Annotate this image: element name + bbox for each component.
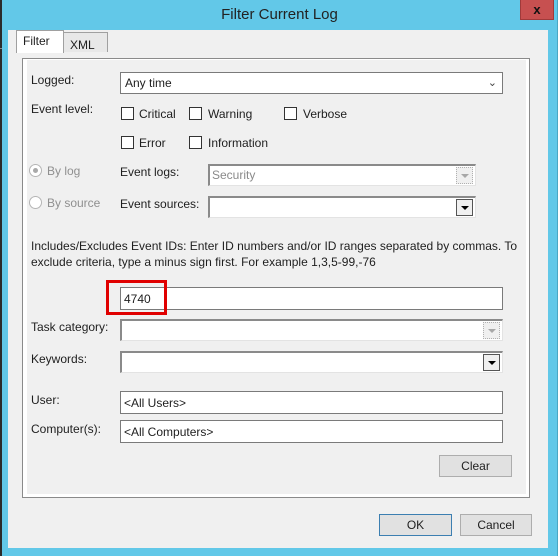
event-level-label: Event level: xyxy=(31,102,94,116)
dialog-title: Filter Current Log xyxy=(221,6,338,23)
dropdown-arrow-icon xyxy=(483,322,500,339)
tab-xml[interactable]: XML xyxy=(63,32,108,52)
information-checkbox[interactable] xyxy=(189,136,202,149)
logged-label: Logged: xyxy=(31,73,75,87)
computers-value: <All Computers> xyxy=(124,425,214,439)
close-icon: x xyxy=(533,2,541,17)
warning-checkbox[interactable] xyxy=(189,107,202,120)
user-label: User: xyxy=(31,393,60,407)
close-button[interactable]: x xyxy=(520,0,554,20)
clear-button[interactable]: Clear xyxy=(439,455,512,477)
task-category-label: Task category: xyxy=(31,320,109,334)
critical-label[interactable]: Critical xyxy=(139,107,176,121)
event-ids-description: Includes/Excludes Event IDs: Enter ID nu… xyxy=(31,239,518,269)
error-checkbox[interactable] xyxy=(121,136,134,149)
by-log-label: By log xyxy=(47,164,81,178)
event-logs-label: Event logs: xyxy=(120,165,180,179)
dropdown-arrow-icon xyxy=(456,167,473,184)
keywords-label: Keywords: xyxy=(31,352,88,366)
by-log-radio[interactable] xyxy=(29,164,42,177)
warning-label[interactable]: Warning xyxy=(208,107,252,121)
user-value: <All Users> xyxy=(124,396,187,410)
task-category-dropdown[interactable] xyxy=(120,319,503,341)
logged-value: Any time xyxy=(125,76,172,90)
title-bar[interactable]: Filter Current Log x xyxy=(2,0,557,30)
filter-dialog: Filter Current Log x Filter XML Logged: … xyxy=(2,0,558,556)
computers-input[interactable]: <All Computers> xyxy=(120,420,503,443)
critical-checkbox[interactable] xyxy=(121,107,134,120)
event-sources-dropdown[interactable] xyxy=(208,196,476,218)
highlight-annotation xyxy=(106,280,167,315)
verbose-label[interactable]: Verbose xyxy=(303,107,347,121)
user-input[interactable]: <All Users> xyxy=(120,391,503,414)
logged-dropdown[interactable]: Any time ⌄ xyxy=(120,72,503,94)
by-source-radio[interactable] xyxy=(29,196,42,209)
event-sources-label: Event sources: xyxy=(120,197,200,211)
information-label[interactable]: Information xyxy=(208,136,268,150)
tab-filter[interactable]: Filter xyxy=(16,30,64,53)
chevron-down-icon: ⌄ xyxy=(487,77,497,89)
error-label[interactable]: Error xyxy=(139,136,166,150)
by-source-label: By source xyxy=(47,196,101,210)
cancel-button[interactable]: Cancel xyxy=(460,514,532,536)
event-ids-input[interactable]: 4740 xyxy=(120,287,503,310)
dropdown-arrow-icon xyxy=(456,199,473,216)
verbose-checkbox[interactable] xyxy=(284,107,297,120)
keywords-dropdown[interactable] xyxy=(120,351,503,373)
ok-button[interactable]: OK xyxy=(379,514,452,536)
dropdown-arrow-icon xyxy=(483,354,500,371)
computers-label: Computer(s): xyxy=(31,422,102,436)
event-logs-dropdown[interactable]: Security xyxy=(208,164,476,186)
event-logs-value: Security xyxy=(212,168,256,182)
